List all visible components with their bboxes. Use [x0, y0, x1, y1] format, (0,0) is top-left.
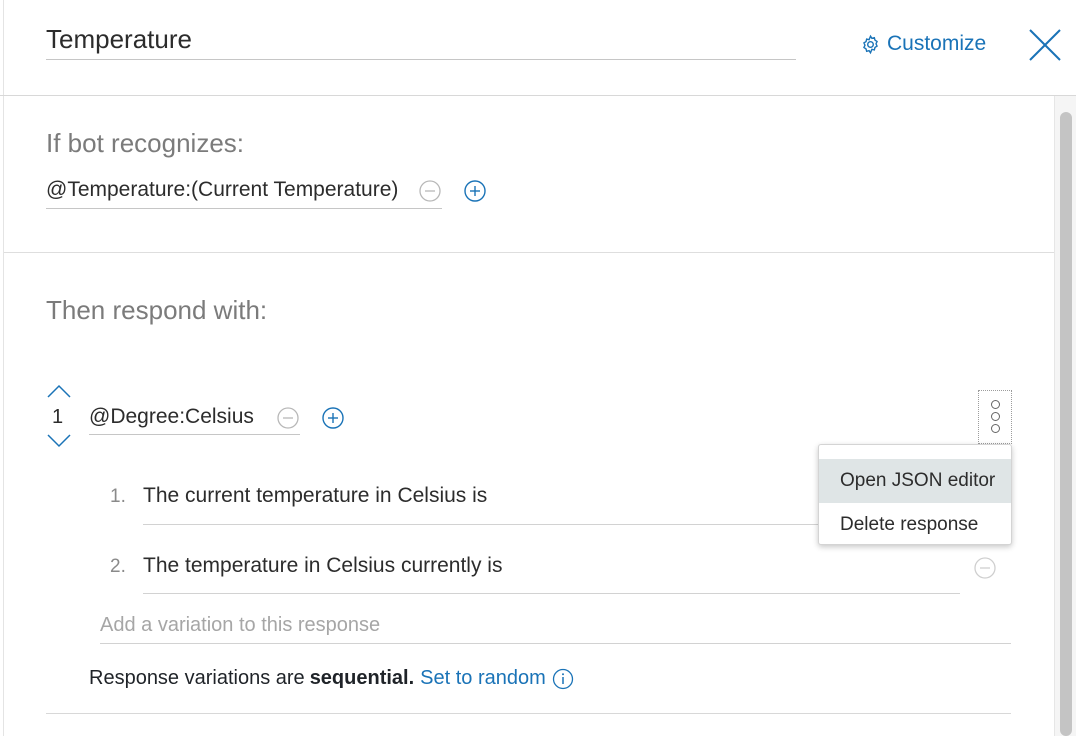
- add-condition-button[interactable]: [464, 180, 486, 202]
- customize-label: Customize: [887, 32, 987, 55]
- sequence-mode: sequential.: [309, 667, 415, 689]
- customize-button[interactable]: Customize: [860, 32, 986, 56]
- condition-label: If bot recognizes:: [46, 128, 244, 158]
- response-options-menu: Open JSON editor Delete response: [818, 444, 1012, 545]
- variation-text[interactable]: The temperature in Celsius currently is: [143, 554, 502, 578]
- plus-circle-icon: [464, 180, 486, 202]
- menu-item-delete-response[interactable]: Delete response: [819, 503, 1011, 547]
- kebab-dot-icon: [991, 400, 1000, 409]
- minus-circle-icon: [419, 180, 441, 202]
- chevron-down-icon[interactable]: [47, 434, 71, 448]
- response-number: 1: [52, 406, 64, 428]
- kebab-dot-icon: [991, 424, 1000, 433]
- node-header: Customize: [0, 0, 1076, 96]
- minus-circle-icon: [974, 557, 996, 579]
- kebab-dot-icon: [991, 412, 1000, 421]
- variation-text[interactable]: The current temperature in Celsius is: [143, 484, 487, 508]
- remove-response-condition-button[interactable]: [277, 407, 299, 429]
- set-to-random-link[interactable]: Set to random: [420, 667, 546, 690]
- close-icon[interactable]: [1028, 28, 1062, 62]
- response-condition-field[interactable]: @Degree:Celsius: [89, 403, 300, 435]
- add-response-condition-button[interactable]: [322, 407, 344, 429]
- response-label: Then respond with:: [46, 295, 268, 325]
- menu-item-open-json-editor[interactable]: Open JSON editor: [819, 459, 1011, 503]
- sequence-prefix: Response variations are: [89, 667, 305, 689]
- info-icon[interactable]: [552, 668, 574, 690]
- dialog-node-editor: Customize If bot recognizes: @Temperatur…: [0, 0, 1076, 736]
- condition-field[interactable]: @Temperature:(Current Temperature): [46, 176, 442, 209]
- node-title-input[interactable]: [46, 20, 796, 60]
- chevron-up-icon[interactable]: [47, 384, 71, 398]
- variation-number: 1.: [110, 486, 126, 507]
- minus-circle-icon: [277, 407, 299, 429]
- response-options-button[interactable]: [978, 390, 1012, 444]
- gear-icon: [863, 34, 878, 54]
- add-variation-input[interactable]: Add a variation to this response: [100, 614, 1011, 644]
- section-divider: [46, 713, 1011, 714]
- remove-variation-button[interactable]: [974, 557, 996, 579]
- variation-number: 2.: [110, 556, 126, 577]
- remove-condition-button[interactable]: [419, 180, 441, 202]
- variation-mode-line: Response variations are sequential. Set …: [89, 667, 574, 690]
- plus-circle-icon: [322, 407, 344, 429]
- scrollbar-thumb[interactable]: [1060, 112, 1072, 736]
- condition-section: If bot recognizes: @Temperature:(Current…: [4, 96, 1054, 253]
- variation-underline: [143, 593, 960, 594]
